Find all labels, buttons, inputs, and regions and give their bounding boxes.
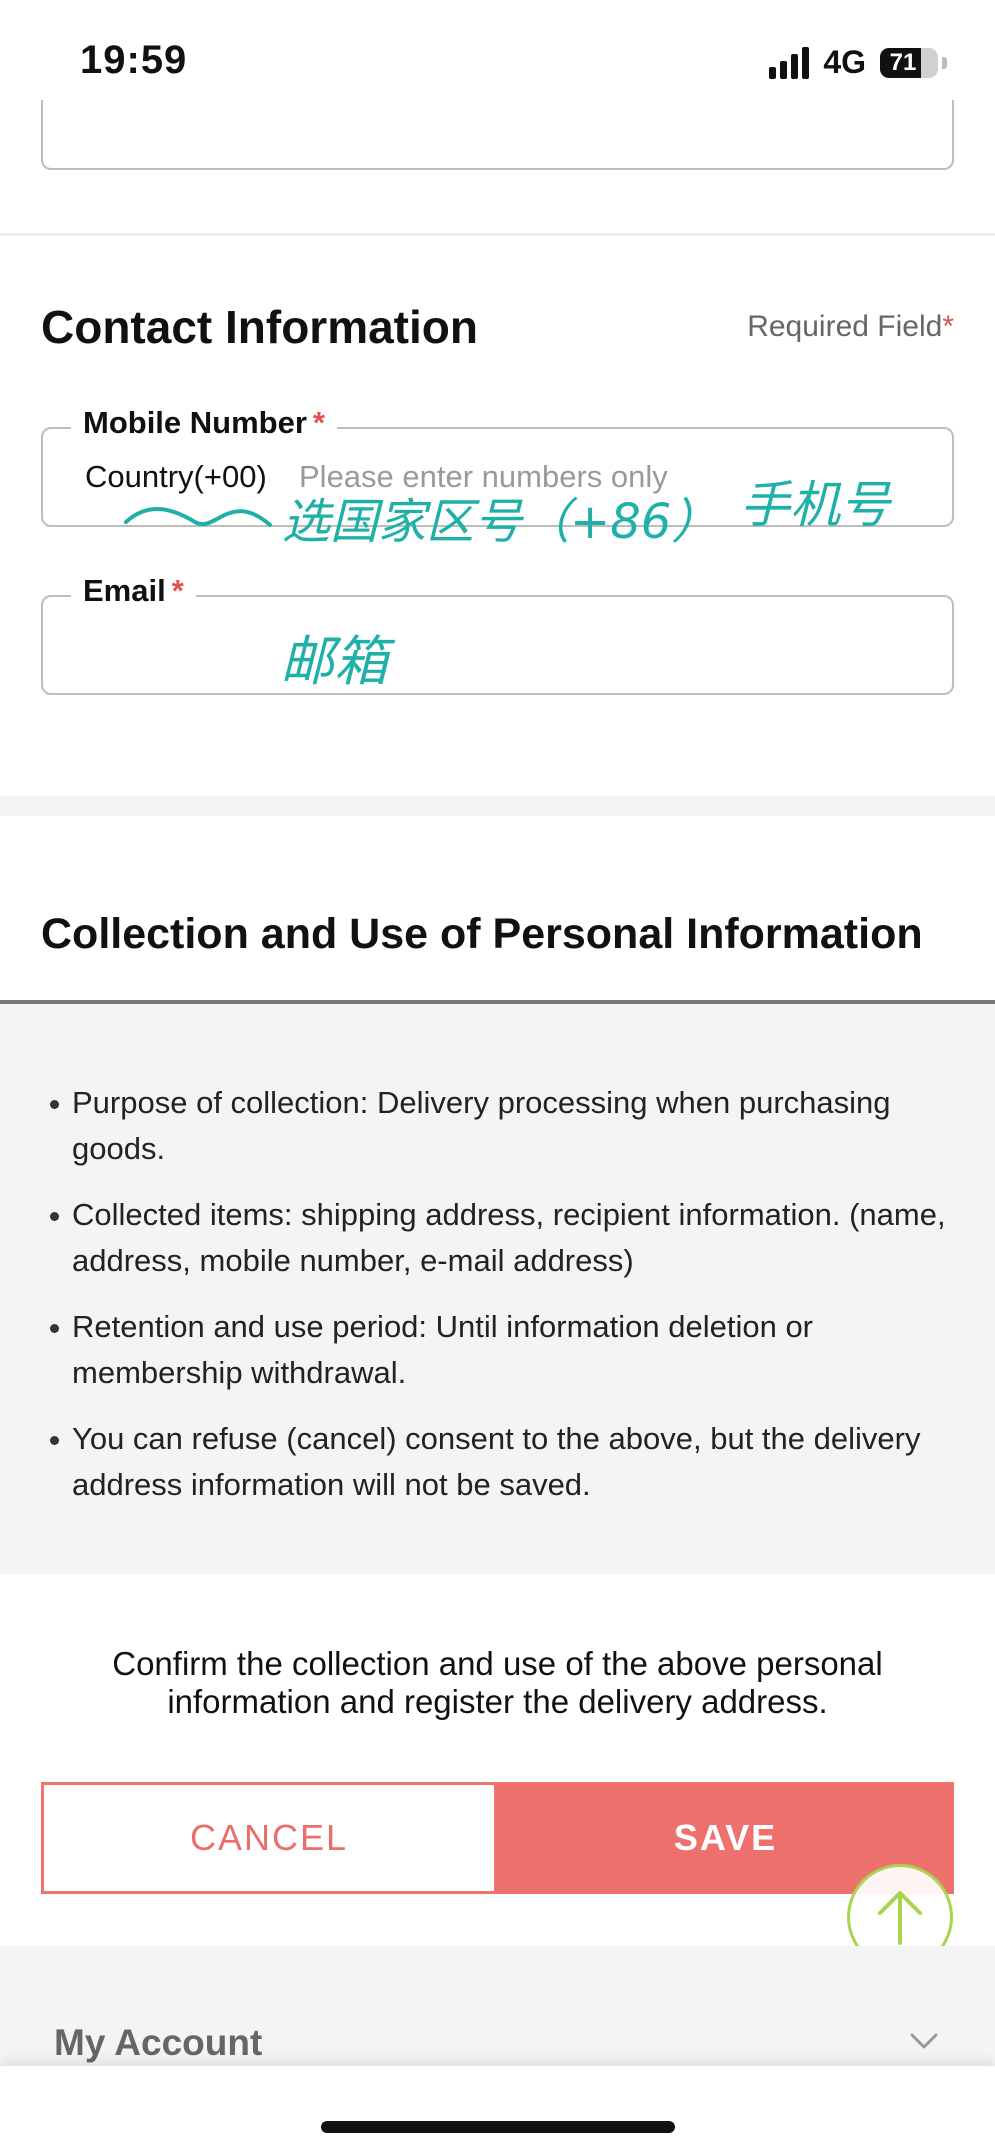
chevron-down-icon [910, 2033, 938, 2049]
battery-tip [942, 56, 947, 69]
consent-info-box: Purpose of collection: Delivery processi… [0, 1004, 995, 1574]
signal-icon [769, 46, 810, 79]
consent-item-refuse: You can refuse (cancel) consent to the a… [50, 1416, 947, 1508]
required-star: * [171, 573, 184, 608]
required-field-text: Required Field [747, 310, 943, 343]
email-input[interactable] [83, 619, 903, 671]
status-time: 19:59 [80, 38, 188, 82]
home-indicator[interactable] [321, 2121, 675, 2133]
consent-list: Purpose of collection: Delivery processi… [50, 1080, 947, 1508]
mobile-number-label-text: Mobile Number [83, 405, 307, 440]
network-label: 4G [823, 44, 866, 80]
action-buttons: CANCEL SAVE [41, 1782, 954, 1894]
footer-accordion[interactable]: My Account [0, 1946, 995, 2066]
email-label-text: Email [83, 573, 166, 608]
contact-section-title: Contact Information [41, 301, 478, 353]
my-account-label: My Account [54, 2022, 263, 2063]
consent-item-collected: Collected items: shipping address, recip… [50, 1192, 947, 1284]
cancel-button[interactable]: CANCEL [41, 1782, 497, 1894]
section-gap [0, 796, 995, 816]
mobile-number-label: Mobile Number * [71, 405, 337, 441]
home-bar-area [0, 2066, 995, 2153]
mobile-number-input[interactable] [299, 451, 899, 503]
consent-section-title: Collection and Use of Personal Informati… [41, 910, 923, 958]
country-code-select[interactable]: Country(+00) [85, 459, 267, 495]
email-label: Email * [71, 573, 196, 609]
email-field: Email * [41, 573, 954, 695]
status-indicators: 4G 71 [769, 44, 947, 81]
previous-field[interactable] [41, 100, 954, 170]
consent-item-purpose: Purpose of collection: Delivery processi… [50, 1080, 947, 1172]
confirm-text: Confirm the collection and use of the ab… [112, 1645, 883, 1720]
arrow-up-icon [878, 1891, 922, 1945]
required-star: * [312, 405, 325, 440]
required-field-note: Required Field* [747, 310, 954, 344]
battery-icon: 71 [880, 47, 938, 78]
consent-item-retention: Retention and use period: Until informat… [50, 1304, 947, 1396]
battery-percent: 71 [889, 48, 917, 76]
required-star: * [942, 310, 954, 343]
mobile-number-field: Mobile Number * Country(+00) [41, 405, 954, 527]
section-divider [0, 233, 995, 236]
